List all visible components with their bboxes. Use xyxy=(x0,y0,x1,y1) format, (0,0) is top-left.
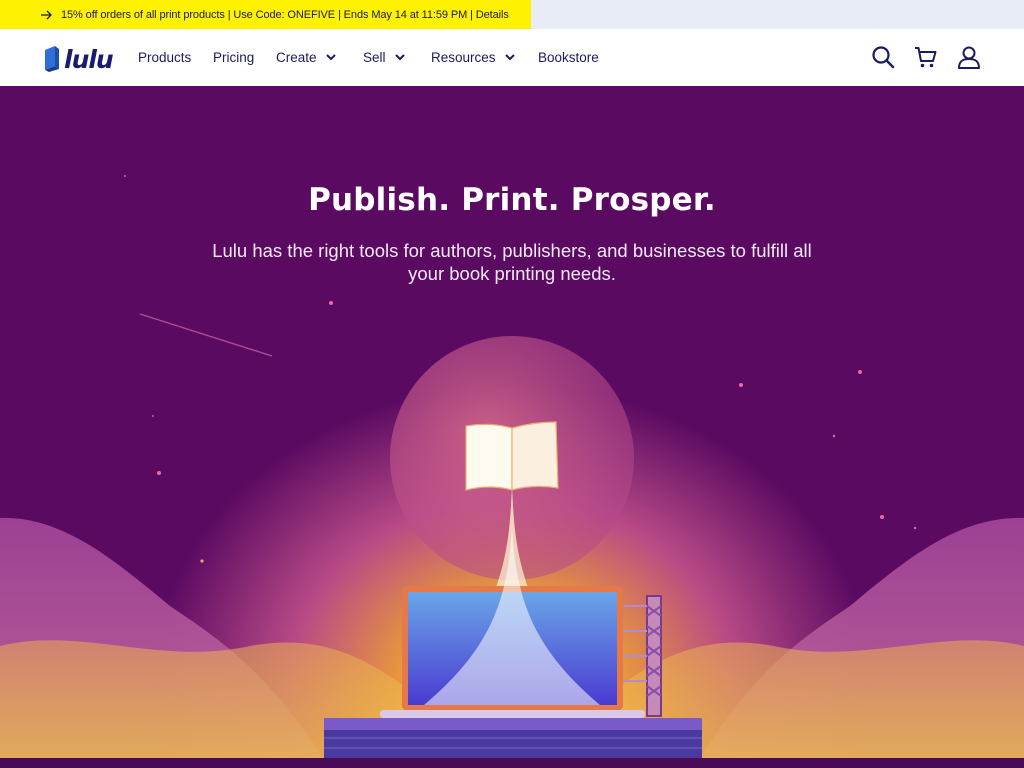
lulu-logo[interactable]: lulu xyxy=(43,44,117,72)
nav-sell-label: Sell xyxy=(363,50,386,65)
cart-icon[interactable] xyxy=(914,45,938,69)
promo-text[interactable]: 15% off orders of all print products | U… xyxy=(61,9,509,21)
hero-section: Publish. Print. Prosper. Lulu has the ri… xyxy=(0,86,1024,768)
logo-wordmark: lulu xyxy=(64,45,114,74)
nav-pricing-label: Pricing xyxy=(213,50,255,65)
hero-bottom-strip xyxy=(0,758,1024,768)
chevron-down-icon xyxy=(394,54,405,61)
nav-products[interactable]: Products xyxy=(138,29,191,86)
nav-bookstore[interactable]: Bookstore xyxy=(538,29,599,86)
floating-book xyxy=(465,421,559,491)
nav-create-label: Create xyxy=(276,50,317,65)
hero-title: Publish. Print. Prosper. xyxy=(308,182,716,218)
book-logo-icon xyxy=(45,46,59,72)
nav-resources-label: Resources xyxy=(431,50,496,65)
nav-bookstore-label: Bookstore xyxy=(538,50,599,65)
promo-bar-row: 15% off orders of all print products | U… xyxy=(0,0,1024,29)
arrow-right-icon xyxy=(41,10,52,19)
platform xyxy=(324,718,702,758)
hero-subtitle: Lulu has the right tools for authors, pu… xyxy=(212,240,812,284)
nav-products-label: Products xyxy=(138,50,192,65)
nav-resources[interactable]: Resources xyxy=(431,29,515,86)
nav-pricing[interactable]: Pricing xyxy=(213,29,254,86)
account-icon[interactable] xyxy=(957,45,981,69)
nav-sell[interactable]: Sell xyxy=(363,29,405,86)
promo-banner[interactable]: 15% off orders of all print products | U… xyxy=(0,0,531,29)
laptop xyxy=(380,526,645,718)
main-navigation: lulu Products Pricing Create Sell Resour… xyxy=(0,29,1024,86)
search-icon[interactable] xyxy=(871,45,895,69)
nav-create[interactable]: Create xyxy=(276,29,336,86)
chevron-down-icon xyxy=(325,54,336,61)
chevron-down-icon xyxy=(504,54,515,61)
